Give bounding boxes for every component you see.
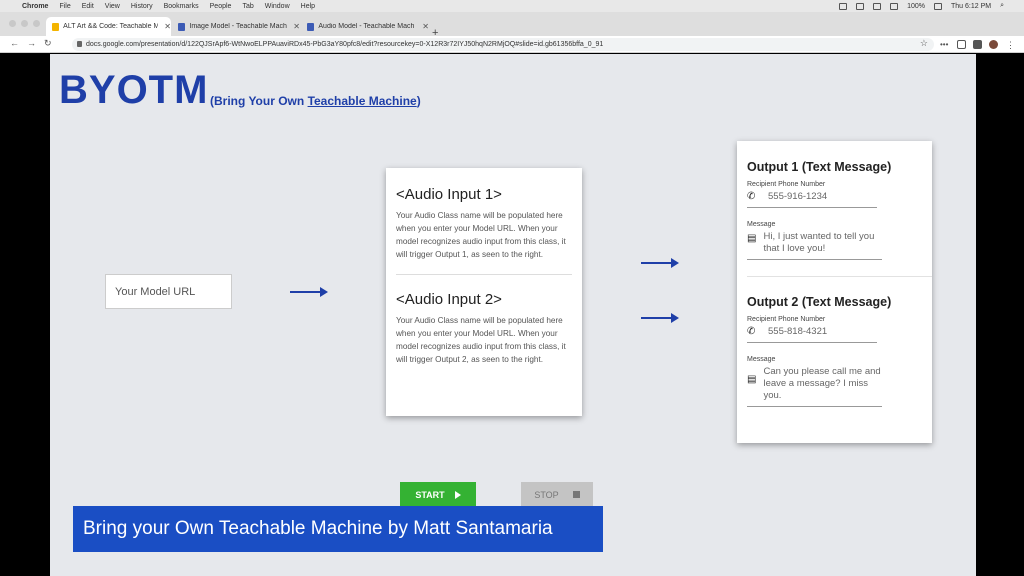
more-extensions-icon[interactable]: ••• bbox=[940, 40, 949, 49]
avatar[interactable] bbox=[989, 40, 998, 49]
close-icon[interactable]: ✕ bbox=[293, 22, 300, 31]
menu-history[interactable]: History bbox=[131, 3, 153, 10]
play-icon bbox=[454, 490, 461, 499]
wifi-icon[interactable] bbox=[890, 2, 899, 10]
puzzle-icon[interactable] bbox=[973, 40, 982, 49]
menu-bookmarks[interactable]: Bookmarks bbox=[164, 3, 199, 10]
audio-input-2-desc: Your Audio Class name will be populated … bbox=[396, 316, 566, 364]
slide-subtitle: (Bring Your Own Teachable Machine) bbox=[210, 94, 421, 108]
slide-canvas: BYOTM (Bring Your Own Teachable Machine)… bbox=[50, 54, 976, 576]
phone-icon: ✆ bbox=[747, 326, 756, 337]
menu-window[interactable]: Window bbox=[265, 3, 290, 10]
tab-title: ALT Art && Code: Teachable M bbox=[63, 23, 159, 30]
slides-icon bbox=[52, 22, 60, 31]
output-divider bbox=[747, 276, 932, 277]
bookmark-star-icon[interactable]: ☆ bbox=[920, 38, 928, 49]
arrow-icon bbox=[641, 313, 679, 323]
tray-extension-icon[interactable] bbox=[839, 2, 848, 10]
menu-tab[interactable]: Tab bbox=[242, 3, 253, 10]
audio-input-2-title: <Audio Input 2> bbox=[396, 291, 502, 308]
menu-view[interactable]: View bbox=[105, 3, 120, 10]
window-minimize-button[interactable] bbox=[21, 20, 28, 27]
tab-audio-model[interactable]: Audio Model - Teachable Mach ✕ bbox=[301, 17, 429, 36]
message-icon: ▤ bbox=[747, 233, 757, 244]
phone-icon: ✆ bbox=[747, 191, 756, 202]
browser-toolbar: ← → ↻ docs.google.com/presentation/d/122… bbox=[0, 36, 1024, 53]
video-caption: Bring your Own Teachable Machine by Matt… bbox=[73, 506, 603, 552]
output-2-phone-field[interactable]: ✆ 555-818-4321 bbox=[747, 326, 877, 343]
outputs-card: Output 1 (Text Message) Recipient Phone … bbox=[737, 141, 932, 443]
output-1-message-label: Message bbox=[747, 221, 776, 228]
tab-title: Audio Model - Teachable Mach bbox=[318, 23, 415, 30]
tab-strip: ALT Art && Code: Teachable M ✕ Image Mod… bbox=[0, 12, 1024, 39]
output-1-title: Output 1 (Text Message) bbox=[747, 160, 892, 174]
menu-people[interactable]: People bbox=[210, 3, 232, 10]
back-icon[interactable]: ← bbox=[10, 38, 19, 48]
menubar-tray: 100% Thu 6:12 PM ⌕ bbox=[839, 0, 1004, 12]
menubar-clock[interactable]: Thu 6:12 PM bbox=[951, 3, 991, 10]
tab-image-model[interactable]: Image Model - Teachable Mach ✕ bbox=[172, 17, 300, 36]
url-text: docs.google.com/presentation/d/122QJSrAp… bbox=[86, 41, 604, 48]
arrow-icon bbox=[290, 287, 328, 297]
subtitle-suffix: ) bbox=[416, 94, 421, 108]
output-2-phone: 555-818-4321 bbox=[768, 326, 828, 337]
teachable-machine-link[interactable]: Teachable Machine bbox=[308, 94, 417, 108]
output-1-phone-label: Recipient Phone Number bbox=[747, 181, 826, 188]
macos-menubar: Chrome File Edit View History Bookmarks … bbox=[0, 0, 1024, 12]
reload-icon[interactable]: ↻ bbox=[44, 38, 52, 49]
spotlight-icon[interactable]: ⌕ bbox=[1000, 2, 1004, 10]
close-icon[interactable]: ✕ bbox=[164, 22, 171, 31]
pocket-icon[interactable] bbox=[957, 40, 966, 49]
slide-title: BYOTM bbox=[59, 68, 209, 112]
output-2-phone-label: Recipient Phone Number bbox=[747, 316, 826, 323]
subtitle-prefix: (Bring Your Own bbox=[210, 94, 308, 108]
window-close-button[interactable] bbox=[9, 20, 16, 27]
menu-file[interactable]: File bbox=[59, 3, 70, 10]
battery-percent[interactable]: 100% bbox=[907, 3, 925, 10]
tab-title: Image Model - Teachable Mach bbox=[189, 23, 287, 30]
audio-divider bbox=[396, 274, 572, 275]
tab-slides[interactable]: ALT Art && Code: Teachable M ✕ bbox=[46, 17, 171, 36]
lock-icon[interactable] bbox=[77, 41, 82, 47]
start-button[interactable]: START bbox=[400, 482, 476, 507]
output-2-message: Can you please call me and leave a messa… bbox=[763, 366, 881, 401]
battery-icon[interactable] bbox=[934, 2, 942, 10]
tm-icon bbox=[307, 22, 315, 31]
tray-airplay-icon[interactable] bbox=[873, 2, 882, 10]
audio-input-1-desc: Your Audio Class name will be populated … bbox=[396, 211, 566, 259]
menu-edit[interactable]: Edit bbox=[82, 3, 94, 10]
audio-input-1-title: <Audio Input 1> bbox=[396, 186, 502, 203]
tray-google-icon[interactable] bbox=[856, 2, 865, 10]
output-2-message-label: Message bbox=[747, 356, 776, 363]
output-1-message: Hi, I just wanted to tell you that I lov… bbox=[763, 231, 875, 254]
model-url-input[interactable]: Your Model URL bbox=[105, 274, 232, 309]
stop-label: STOP bbox=[534, 489, 559, 500]
stop-button[interactable]: STOP bbox=[521, 482, 593, 507]
menu-app-chrome[interactable]: Chrome bbox=[22, 3, 48, 10]
output-2-title: Output 2 (Text Message) bbox=[747, 295, 892, 309]
output-2-message-field[interactable]: ▤ Can you please call me and leave a mes… bbox=[747, 366, 882, 407]
stop-icon bbox=[572, 491, 580, 498]
close-icon[interactable]: ✕ bbox=[422, 22, 429, 31]
menu-dots-icon[interactable]: ⋮ bbox=[1006, 40, 1015, 50]
output-1-phone: 555-916-1234 bbox=[768, 191, 828, 202]
address-bar[interactable]: docs.google.com/presentation/d/122QJSrAp… bbox=[72, 38, 934, 51]
output-1-phone-field[interactable]: ✆ 555-916-1234 bbox=[747, 191, 877, 208]
menu-help[interactable]: Help bbox=[301, 3, 315, 10]
window-zoom-button[interactable] bbox=[33, 20, 40, 27]
audio-inputs-card: <Audio Input 1> Your Audio Class name wi… bbox=[386, 168, 582, 416]
message-icon: ▤ bbox=[747, 374, 757, 385]
tm-icon bbox=[178, 22, 186, 31]
arrow-icon bbox=[641, 258, 679, 268]
forward-icon[interactable]: → bbox=[27, 38, 36, 48]
output-1-message-field[interactable]: ▤ Hi, I just wanted to tell you that I l… bbox=[747, 231, 882, 260]
start-label: START bbox=[415, 489, 445, 500]
